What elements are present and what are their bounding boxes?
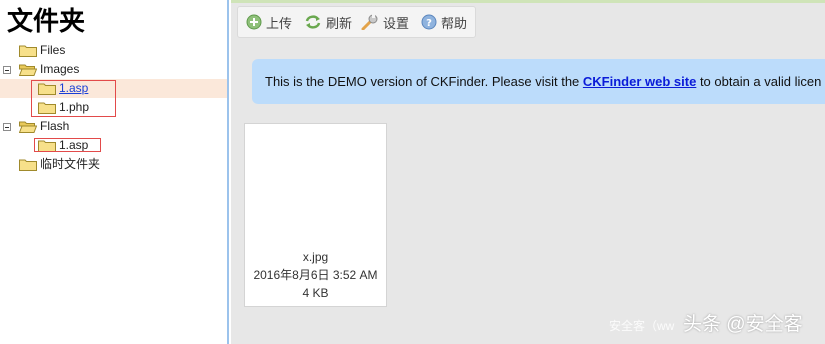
file-browser-area: 上传 刷新 设置 ? 帮助 This is the DEMO version o… [231, 0, 825, 344]
tree-label-images-1asp[interactable]: 1.asp [59, 80, 88, 96]
folder-open-icon [19, 121, 37, 133]
wrench-icon [361, 14, 378, 30]
tree-label-images-1php: 1.php [59, 100, 90, 114]
upload-button[interactable]: 上传 [246, 7, 292, 37]
folder-icon [19, 45, 37, 57]
collapse-toggle-icon[interactable] [3, 66, 11, 74]
watermark-faint: 安全客（ww [609, 319, 675, 333]
folder-icon [38, 102, 56, 114]
toolbar: 上传 刷新 设置 ? 帮助 [237, 6, 476, 38]
folder-icon [38, 140, 56, 152]
tree-item-flash-1asp[interactable]: 1.asp [0, 136, 227, 155]
folders-panel: 文件夹 Files Images 1.asp 1.php Flash 1.asp… [0, 0, 229, 344]
tree-item-images[interactable]: Images [0, 60, 227, 79]
help-button[interactable]: ? 帮助 [421, 7, 467, 37]
top-strip [231, 0, 825, 3]
settings-button[interactable]: 设置 [361, 7, 409, 37]
tree-item-images-1asp[interactable]: 1.asp [0, 79, 227, 98]
tree-item-temp[interactable]: 临时文件夹 [0, 155, 227, 174]
watermark: 头条 @安全客 [683, 314, 803, 335]
tree-label-flash: Flash [40, 119, 70, 133]
upload-icon [246, 14, 262, 30]
help-icon: ? [421, 14, 437, 30]
notice-text: This is the DEMO version of CKFinder. Pl… [265, 74, 821, 90]
settings-label: 设置 [383, 15, 410, 31]
demo-notice: This is the DEMO version of CKFinder. Pl… [252, 59, 825, 104]
tree-label-files: Files [40, 43, 66, 57]
refresh-label: 刷新 [326, 15, 353, 31]
ckfinder-site-link[interactable]: CKFinder web site [583, 74, 696, 89]
tree-label-images: Images [40, 62, 80, 76]
folder-open-icon [19, 64, 37, 76]
file-size: 4 KB [302, 286, 329, 300]
file-date: 2016年8月6日 3:52 AM [253, 268, 378, 282]
tree-item-images-1php[interactable]: 1.php [0, 98, 227, 117]
collapse-toggle-icon[interactable] [3, 123, 11, 131]
svg-text:?: ? [426, 18, 432, 29]
notice-text-after: to obtain a valid licen [696, 74, 822, 89]
folder-icon [19, 159, 37, 171]
panel-title: 文件夹 [7, 7, 86, 37]
file-name: x.jpg [302, 250, 329, 264]
tree-item-files[interactable]: Files [0, 41, 227, 60]
notice-text-before: This is the DEMO version of CKFinder. Pl… [265, 74, 583, 89]
tree-label-temp: 临时文件夹 [40, 157, 101, 171]
help-label: 帮助 [441, 15, 468, 31]
upload-label: 上传 [266, 15, 293, 31]
refresh-icon [305, 15, 321, 29]
tree-label-flash-1asp: 1.asp [59, 138, 89, 152]
tree-item-flash[interactable]: Flash [0, 117, 227, 136]
refresh-button[interactable]: 刷新 [304, 7, 352, 37]
file-thumbnail[interactable]: x.jpg 2016年8月6日 3:52 AM 4 KB [244, 123, 387, 307]
folder-icon [38, 83, 56, 95]
